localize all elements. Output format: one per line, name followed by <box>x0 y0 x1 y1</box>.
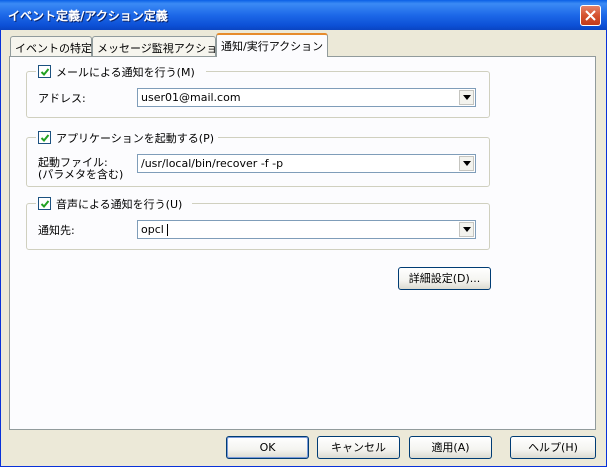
tab-message-monitor-action[interactable]: メッセージ監視アクション <box>92 36 228 56</box>
address-dropdown-button[interactable] <box>459 90 474 105</box>
tab-label: イベントの特定 <box>15 42 92 55</box>
mail-notify-label: メールによる通知を行う(M) <box>56 66 195 79</box>
chevron-down-icon <box>463 227 471 232</box>
tab-label: 通知/実行アクション <box>221 40 324 53</box>
close-button[interactable] <box>580 5 601 26</box>
launch-file-combo[interactable]: /usr/local/bin/recover -f -p <box>137 154 476 173</box>
window-title: イベント定義/アクション定義 <box>8 9 168 23</box>
checkmark-icon <box>40 200 50 208</box>
tab-event-identify[interactable]: イベントの特定 <box>10 36 92 56</box>
title-bar[interactable]: イベント定義/アクション定義 <box>0 0 607 30</box>
text-caret <box>167 224 168 236</box>
launch-file-sublabel: (パラメタを含む) <box>38 168 124 181</box>
chevron-down-icon <box>463 95 471 100</box>
address-combo[interactable]: user01@mail.com <box>137 88 476 107</box>
detail-settings-button[interactable]: 詳細設定(D)... <box>398 267 491 290</box>
help-button[interactable]: ヘルプ(H) <box>510 436 596 459</box>
address-label: アドレス: <box>38 92 86 105</box>
notify-target-dropdown-button[interactable] <box>459 222 474 237</box>
chevron-down-icon <box>463 161 471 166</box>
ok-button[interactable]: OK <box>226 436 309 459</box>
notify-target-value: opcl <box>141 223 164 236</box>
launch-file-dropdown-button[interactable] <box>459 156 474 171</box>
mail-notify-checkbox-row[interactable]: メールによる通知を行う(M) <box>36 64 206 80</box>
tab-label: メッセージ監視アクション <box>97 42 229 55</box>
mail-notify-checkbox[interactable] <box>38 65 51 78</box>
close-icon <box>585 10 596 21</box>
address-value: user01@mail.com <box>141 91 241 104</box>
checkmark-icon <box>40 134 50 142</box>
voice-notify-checkbox-row[interactable]: 音声による通知を行う(U) <box>36 196 192 212</box>
app-launch-checkbox-row[interactable]: アプリケーションを起動する(P) <box>36 130 218 146</box>
app-launch-checkbox[interactable] <box>38 131 51 144</box>
voice-notify-checkbox[interactable] <box>38 197 51 210</box>
tab-notify-exec-action[interactable]: 通知/実行アクション <box>216 33 328 57</box>
apply-button[interactable]: 適用(A) <box>409 436 492 459</box>
checkmark-icon <box>40 68 50 76</box>
cancel-button[interactable]: キャンセル <box>317 436 400 459</box>
launch-file-value: /usr/local/bin/recover -f -p <box>141 157 284 170</box>
voice-notify-label: 音声による通知を行う(U) <box>56 198 183 211</box>
notify-target-combo[interactable]: opcl <box>137 220 476 239</box>
notify-target-label: 通知先: <box>38 224 75 237</box>
app-launch-label: アプリケーションを起動する(P) <box>56 132 214 145</box>
